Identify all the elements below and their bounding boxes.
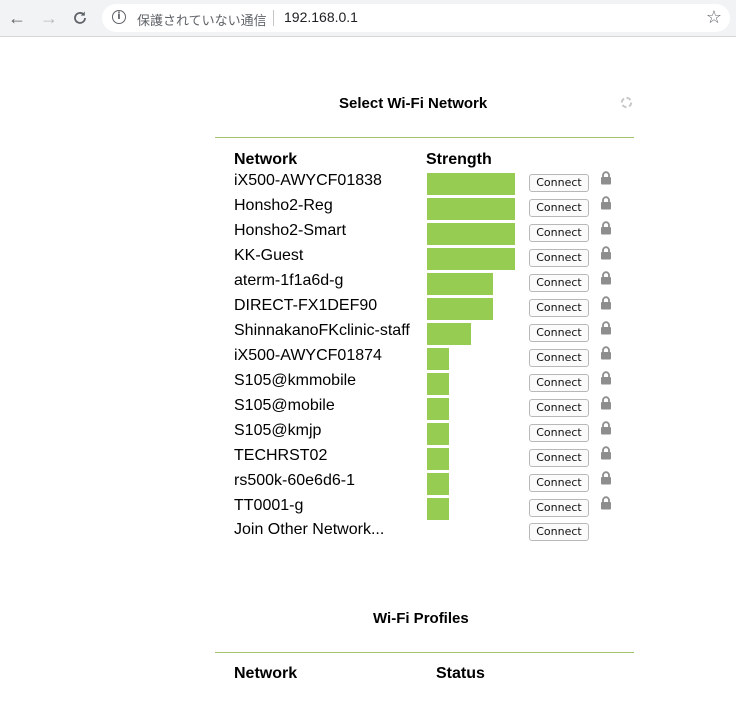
network-name: S105@mobile xyxy=(234,397,335,414)
lock-icon xyxy=(601,271,611,285)
network-name: TECHRST02 xyxy=(234,447,328,464)
network-name: iX500-AWYCF01838 xyxy=(234,172,382,189)
lock-icon xyxy=(601,421,611,435)
signal-strength-bar xyxy=(427,223,515,245)
connect-button[interactable]: Connect xyxy=(529,499,589,517)
network-column-header: Network xyxy=(234,151,298,168)
network-name: TT0001-g xyxy=(234,497,304,514)
scan-section-title: Select Wi-Fi Network xyxy=(339,95,488,112)
signal-strength-bar xyxy=(427,298,493,320)
network-name: Honsho2-Reg xyxy=(234,197,333,214)
lock-icon xyxy=(601,321,611,335)
signal-strength-bar xyxy=(427,273,493,295)
signal-strength-bar xyxy=(427,398,449,420)
network-name: KK-Guest xyxy=(234,247,304,264)
connect-button[interactable]: Connect xyxy=(529,249,589,267)
connect-button[interactable]: Connect xyxy=(529,224,589,242)
bookmark-star-icon[interactable]: ☆ xyxy=(706,7,722,28)
network-name: S105@kmmobile xyxy=(234,372,357,389)
signal-strength-bar xyxy=(427,323,471,345)
signal-strength-bar xyxy=(427,348,449,370)
refresh-spinner-icon[interactable] xyxy=(620,96,633,109)
connect-button[interactable]: Connect xyxy=(529,324,589,342)
network-row: aterm-1f1a6d-g Connect xyxy=(0,270,736,295)
lock-icon xyxy=(601,346,611,360)
connect-button[interactable]: Connect xyxy=(529,174,589,192)
profiles-divider xyxy=(215,652,634,653)
connect-button[interactable]: Connect xyxy=(529,274,589,292)
profiles-section-title: Wi-Fi Profiles xyxy=(373,610,469,627)
signal-strength-bar xyxy=(427,248,515,270)
lock-icon xyxy=(601,396,611,410)
lock-icon xyxy=(601,221,611,235)
network-row: S105@kmmobile Connect xyxy=(0,370,736,395)
address-divider xyxy=(273,10,274,26)
reload-icon[interactable] xyxy=(68,6,92,30)
signal-strength-bar xyxy=(427,498,449,520)
join-other-connect-button[interactable]: Connect xyxy=(529,523,589,541)
signal-strength-bar xyxy=(427,173,515,195)
network-row: TT0001-g Connect xyxy=(0,495,736,520)
url-text[interactable]: 192.168.0.1 xyxy=(284,9,358,25)
lock-icon xyxy=(601,171,611,185)
network-name: iX500-AWYCF01874 xyxy=(234,347,382,364)
address-bar[interactable]: i 保護されていない通信 192.168.0.1 ☆ xyxy=(102,4,730,32)
join-other-label: Join Other Network... xyxy=(234,521,385,538)
info-icon[interactable]: i xyxy=(112,10,126,24)
network-row: DIRECT-FX1DEF90 Connect xyxy=(0,295,736,320)
browser-toolbar: ← → i 保護されていない通信 192.168.0.1 ☆ xyxy=(0,0,736,37)
network-name: ShinnakanoFKclinic-staff xyxy=(234,322,410,339)
reload-glyph xyxy=(74,11,86,24)
network-name: rs500k-60e6d6-1 xyxy=(234,472,355,489)
connect-button[interactable]: Connect xyxy=(529,399,589,417)
section-divider xyxy=(215,137,634,138)
network-row: S105@kmjp Connect xyxy=(0,420,736,445)
network-name: aterm-1f1a6d-g xyxy=(234,272,344,289)
connect-button[interactable]: Connect xyxy=(529,349,589,367)
lock-icon xyxy=(601,446,611,460)
lock-icon xyxy=(601,496,611,510)
network-row: Honsho2-Reg Connect xyxy=(0,195,736,220)
connect-button[interactable]: Connect xyxy=(529,299,589,317)
signal-strength-bar xyxy=(427,373,449,395)
security-status-text[interactable]: 保護されていない通信 xyxy=(137,10,267,29)
lock-icon xyxy=(601,371,611,385)
network-name: S105@kmjp xyxy=(234,422,322,439)
network-row: S105@mobile Connect xyxy=(0,395,736,420)
network-row: TECHRST02 Connect xyxy=(0,445,736,470)
lock-icon xyxy=(601,471,611,485)
network-row: Honsho2-Smart Connect xyxy=(0,220,736,245)
back-arrow-icon[interactable]: ← xyxy=(5,6,29,30)
forward-arrow-icon[interactable]: → xyxy=(37,6,61,30)
connect-button[interactable]: Connect xyxy=(529,424,589,442)
signal-strength-bar xyxy=(427,423,449,445)
network-row: iX500-AWYCF01838 Connect xyxy=(0,170,736,195)
network-name: DIRECT-FX1DEF90 xyxy=(234,297,378,314)
profiles-status-column-header: Status xyxy=(436,665,485,682)
signal-strength-bar xyxy=(427,473,449,495)
connect-button[interactable]: Connect xyxy=(529,374,589,392)
strength-column-header: Strength xyxy=(426,151,492,168)
profiles-network-column-header: Network xyxy=(234,665,298,682)
signal-strength-bar xyxy=(427,448,449,470)
network-row: KK-Guest Connect xyxy=(0,245,736,270)
join-other-row: Join Other Network... Connect xyxy=(0,520,736,545)
network-row: ShinnakanoFKclinic-staff Connect xyxy=(0,320,736,345)
network-row: iX500-AWYCF01874 Connect xyxy=(0,345,736,370)
connect-button[interactable]: Connect xyxy=(529,449,589,467)
lock-icon xyxy=(601,196,611,210)
signal-strength-bar xyxy=(427,198,515,220)
network-name: Honsho2-Smart xyxy=(234,222,347,239)
connect-button[interactable]: Connect xyxy=(529,474,589,492)
network-row: rs500k-60e6d6-1 Connect xyxy=(0,470,736,495)
lock-icon xyxy=(601,296,611,310)
lock-icon xyxy=(601,246,611,260)
connect-button[interactable]: Connect xyxy=(529,199,589,217)
